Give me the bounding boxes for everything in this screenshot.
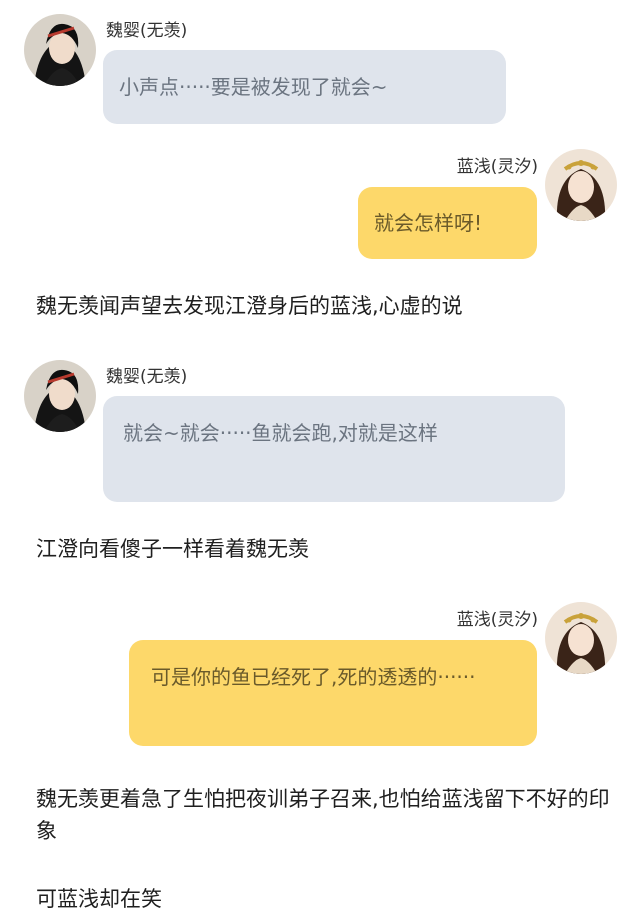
message-bubble-lan-2[interactable]: 可是你的鱼已经死了,死的透透的······ (129, 640, 537, 746)
message-text: 小声点·····要是被发现了就会~ (119, 75, 388, 99)
narration-text: 魏无羡闻声望去发现江澄身后的蓝浅,心虚的说 (36, 294, 463, 318)
lan-avatar[interactable] (545, 602, 617, 674)
wei-avatar[interactable] (24, 360, 96, 432)
message-bubble-wei-2[interactable]: 就会~就会·····鱼就会跑,对就是这样 (103, 396, 565, 502)
sender-name-lan: 蓝浅(灵汐) (456, 610, 538, 630)
message-text: 就会~就会·····鱼就会跑,对就是这样 (123, 421, 438, 445)
message-bubble-lan-1[interactable]: 就会怎样呀! (358, 187, 537, 259)
lan-avatar[interactable] (545, 149, 617, 221)
wei-avatar[interactable] (24, 14, 96, 86)
narration-text: 可蓝浅却在笑 (36, 887, 162, 911)
narration-text: 江澄向看傻子一样看着魏无羡 (36, 537, 309, 561)
message-text: 就会怎样呀! (374, 211, 483, 235)
female-character-avatar-icon (545, 602, 617, 674)
message-text: 可是你的鱼已经死了,死的透透的······ (151, 665, 476, 689)
message-bubble-wei-1[interactable]: 小声点·····要是被发现了就会~ (103, 50, 506, 124)
sender-name-wei: 魏婴(无羡) (106, 21, 188, 41)
sender-name-wei: 魏婴(无羡) (106, 367, 188, 387)
female-character-avatar-icon (545, 149, 617, 221)
narration-text: 魏无羡更着急了生怕把夜训弟子召来,也怕给蓝浅留下不好的印象 (36, 787, 610, 843)
sender-name-lan: 蓝浅(灵汐) (456, 157, 538, 177)
male-character-avatar-icon (24, 14, 96, 86)
male-character-avatar-icon (24, 360, 96, 432)
